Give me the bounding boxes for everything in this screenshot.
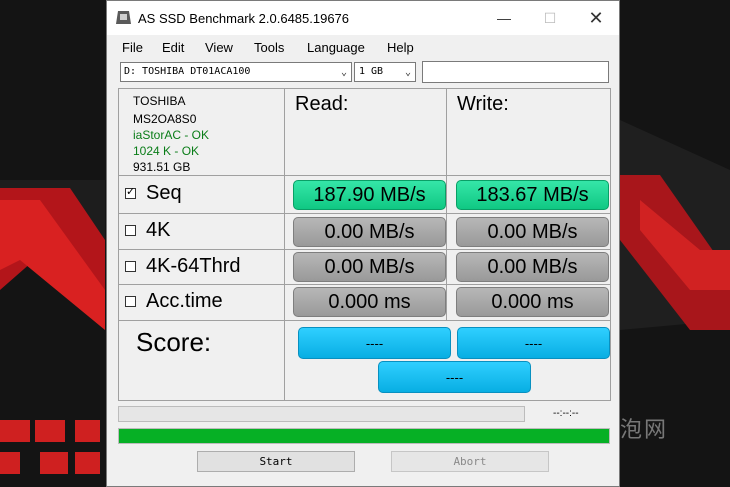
seq-write-result: 183.67 MB/s: [456, 180, 609, 210]
checkbox[interactable]: ✓: [125, 186, 136, 199]
driver-status: iaStorAC - OK: [133, 128, 210, 142]
read-header: Read:: [295, 93, 349, 115]
size-select[interactable]: 1 GB ⌄: [354, 62, 416, 82]
checkbox[interactable]: [125, 296, 136, 307]
4k64-read-result: 0.00 MB/s: [293, 252, 446, 282]
4k-write-result: 0.00 MB/s: [456, 217, 609, 247]
drive-model: TOSHIBA: [133, 94, 186, 108]
test-acctime-label: Acc.time: [146, 290, 223, 312]
menu-file[interactable]: File: [122, 40, 143, 55]
seq-read-result: 187.90 MB/s: [293, 180, 446, 210]
checkbox[interactable]: [125, 261, 136, 272]
app-icon: [116, 11, 131, 24]
drive-select[interactable]: D: TOSHIBA DT01ACA100 ⌄: [120, 62, 352, 82]
menu-bar: File Edit View Tools Language Help: [107, 37, 619, 59]
size-select-value: 1 GB: [359, 66, 384, 77]
4k64-write-result: 0.00 MB/s: [456, 252, 609, 282]
write-header: Write:: [457, 93, 509, 115]
menu-tools[interactable]: Tools: [254, 40, 284, 55]
test-4k64-label: 4K-64Thrd: [146, 255, 241, 277]
app-window: AS SSD Benchmark 2.0.6485.19676 — ☐ ✕ Fi…: [106, 0, 620, 487]
test-4k-checkbox[interactable]: 4K: [125, 219, 170, 242]
menu-language[interactable]: Language: [307, 40, 365, 55]
test-acctime-checkbox[interactable]: Acc.time: [125, 290, 223, 313]
checkbox[interactable]: [125, 225, 136, 236]
chevron-down-icon: ⌄: [340, 67, 347, 78]
score-total: ----: [378, 361, 531, 393]
maximize-button[interactable]: ☐: [527, 1, 573, 35]
window-title: AS SSD Benchmark 2.0.6485.19676: [138, 11, 350, 26]
results-panel: TOSHIBA MS2OA8S0 iaStorAC - OK 1024 K - …: [118, 88, 611, 401]
start-button[interactable]: Start: [197, 451, 355, 472]
menu-help[interactable]: Help: [387, 40, 414, 55]
test-4k64-checkbox[interactable]: 4K-64Thrd: [125, 255, 241, 278]
overall-progress-bar: [118, 428, 610, 444]
overall-progress-fill: [119, 429, 609, 443]
close-button[interactable]: ✕: [573, 1, 619, 35]
chevron-down-icon: ⌄: [404, 67, 411, 78]
drive-firmware: MS2OA8S0: [133, 112, 197, 126]
4k-read-result: 0.00 MB/s: [293, 217, 446, 247]
alignment-status: 1024 K - OK: [133, 144, 200, 158]
menu-view[interactable]: View: [205, 40, 233, 55]
test-seq-checkbox[interactable]: ✓ Seq: [125, 182, 182, 205]
test-seq-label: Seq: [146, 182, 182, 204]
minimize-button[interactable]: —: [481, 1, 527, 35]
drive-select-value: D: TOSHIBA DT01ACA100: [124, 66, 251, 77]
score-label: Score:: [136, 327, 212, 357]
title-bar[interactable]: AS SSD Benchmark 2.0.6485.19676 — ☐ ✕: [107, 1, 619, 35]
acctime-read-result: 0.000 ms: [293, 287, 446, 317]
elapsed-timer: --:--:--: [553, 408, 579, 419]
acctime-write-result: 0.000 ms: [456, 287, 609, 317]
check-icon: ✓: [126, 186, 136, 198]
test-progress-bar: [118, 406, 525, 422]
drive-capacity: 931.51 GB: [133, 160, 191, 174]
test-4k-label: 4K: [146, 219, 171, 241]
score-write: ----: [457, 327, 610, 359]
name-field[interactable]: [422, 61, 609, 83]
score-read: ----: [298, 327, 451, 359]
menu-edit[interactable]: Edit: [162, 40, 184, 55]
abort-button[interactable]: Abort: [391, 451, 549, 472]
